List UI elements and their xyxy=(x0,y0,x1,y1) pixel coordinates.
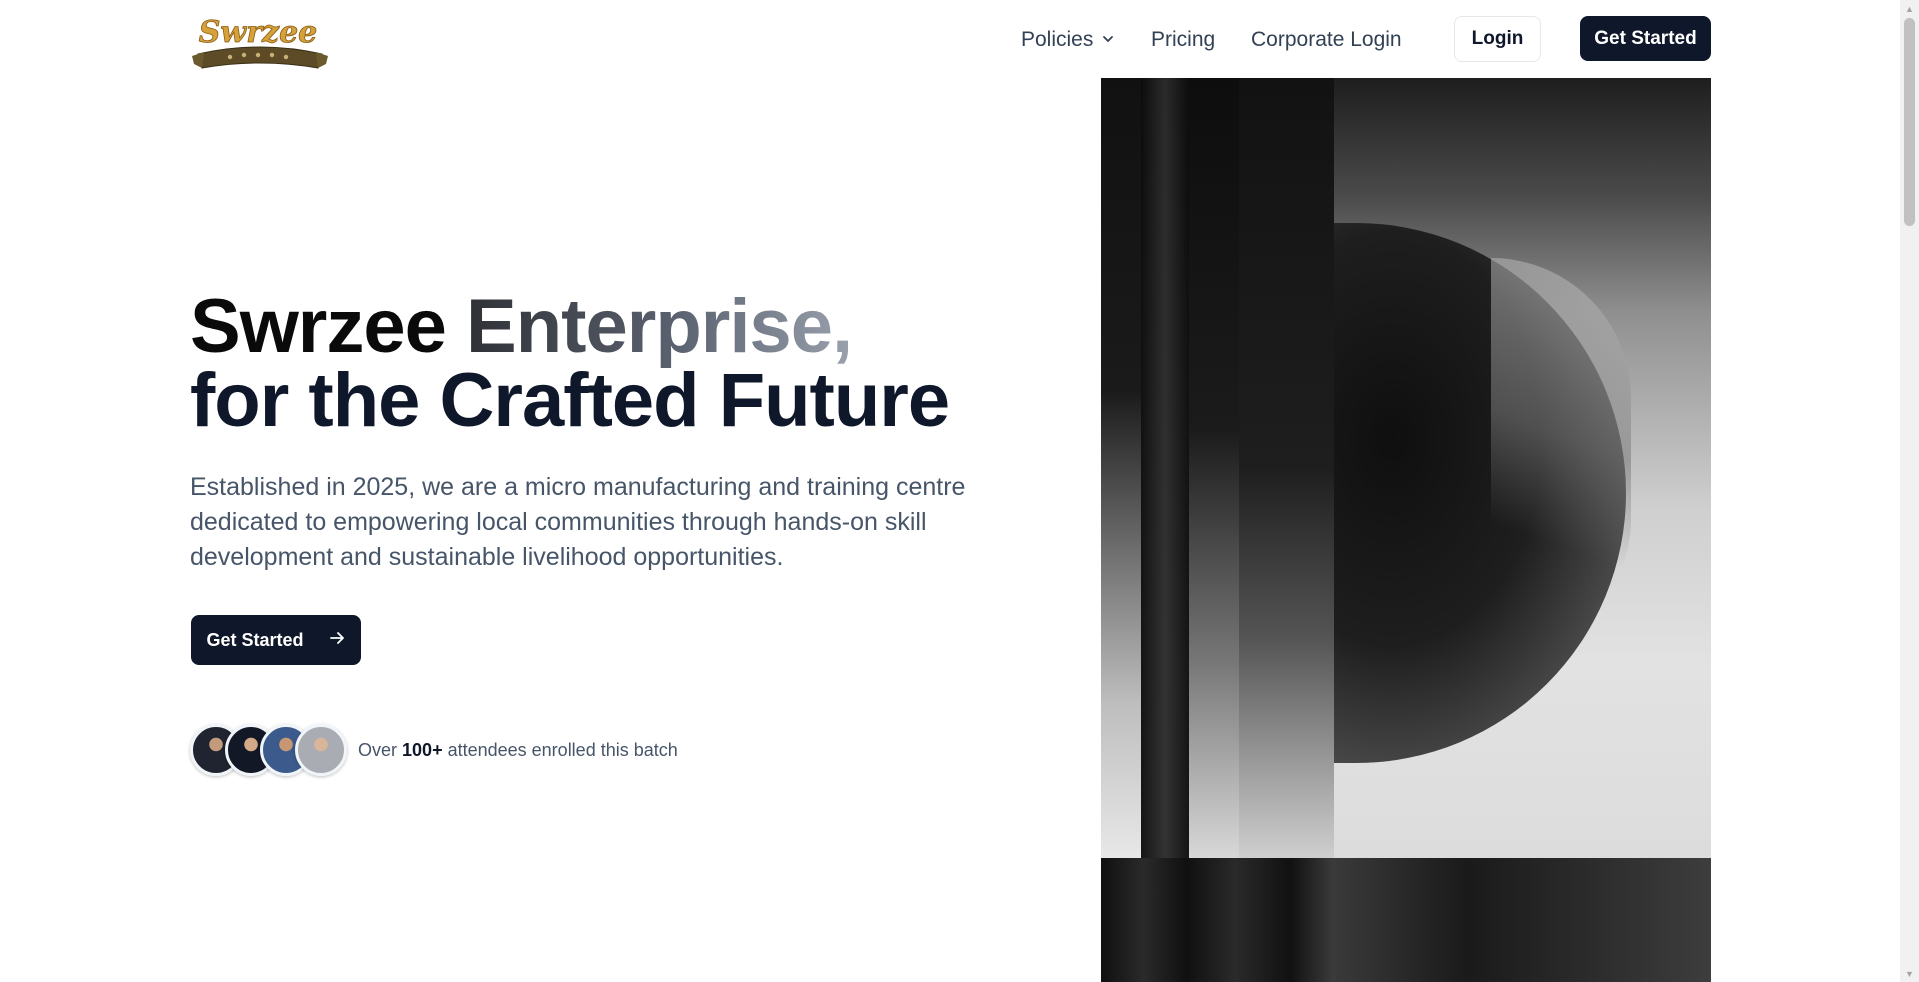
nav-policies-label: Policies xyxy=(1021,28,1094,51)
site-header: Swrzee Policies Pricing Corporate Login … xyxy=(0,0,1900,78)
hero-image xyxy=(1101,78,1711,982)
scroll-down-icon[interactable]: ▼ xyxy=(1900,965,1919,982)
attendees-count: 100+ xyxy=(402,739,443,760)
avatar xyxy=(295,724,347,776)
hero-title: Swrzee Enterprise, for the Crafted Futur… xyxy=(190,289,950,443)
attendees-prefix: Over xyxy=(358,739,398,760)
hero-get-started-button[interactable]: Get Started xyxy=(191,615,361,665)
hero-description: Established in 2025, we are a micro manu… xyxy=(190,473,966,571)
nav-corporate-login[interactable]: Corporate Login xyxy=(1251,28,1402,52)
nav-pricing[interactable]: Pricing xyxy=(1151,28,1215,52)
main-nav: Policies Pricing Corporate Login Login G… xyxy=(0,16,1900,62)
scroll-thumb[interactable] xyxy=(1904,18,1915,226)
scroll-up-icon[interactable]: ▲ xyxy=(1900,0,1919,17)
attendees-row: Over 100+ attendees enrolled this batch xyxy=(190,724,678,776)
attendees-suffix: attendees enrolled this batch xyxy=(447,739,678,760)
page-scrollbar[interactable]: ▲ ▼ xyxy=(1900,0,1919,982)
image-stripe xyxy=(1101,78,1141,858)
image-stripe xyxy=(1141,78,1189,858)
hero-cta-label: Get Started xyxy=(206,629,304,650)
chevron-down-icon xyxy=(1101,28,1115,52)
hero-title-enterprise: Enterprise, xyxy=(466,284,853,369)
image-stripe xyxy=(1239,78,1334,858)
attendees-text: Over 100+ attendees enrolled this batch xyxy=(358,740,678,761)
image-stripe xyxy=(1189,78,1239,858)
image-bottom-strip xyxy=(1101,858,1711,982)
avatar-group xyxy=(190,724,350,776)
nav-policies[interactable]: Policies xyxy=(1021,28,1115,52)
arrow-right-icon xyxy=(328,629,346,652)
header-get-started-button[interactable]: Get Started xyxy=(1580,16,1711,61)
hero-title-line2: for the Crafted Future xyxy=(190,358,950,443)
login-button[interactable]: Login xyxy=(1454,16,1541,62)
hero-title-brand: Swrzee xyxy=(190,284,447,369)
